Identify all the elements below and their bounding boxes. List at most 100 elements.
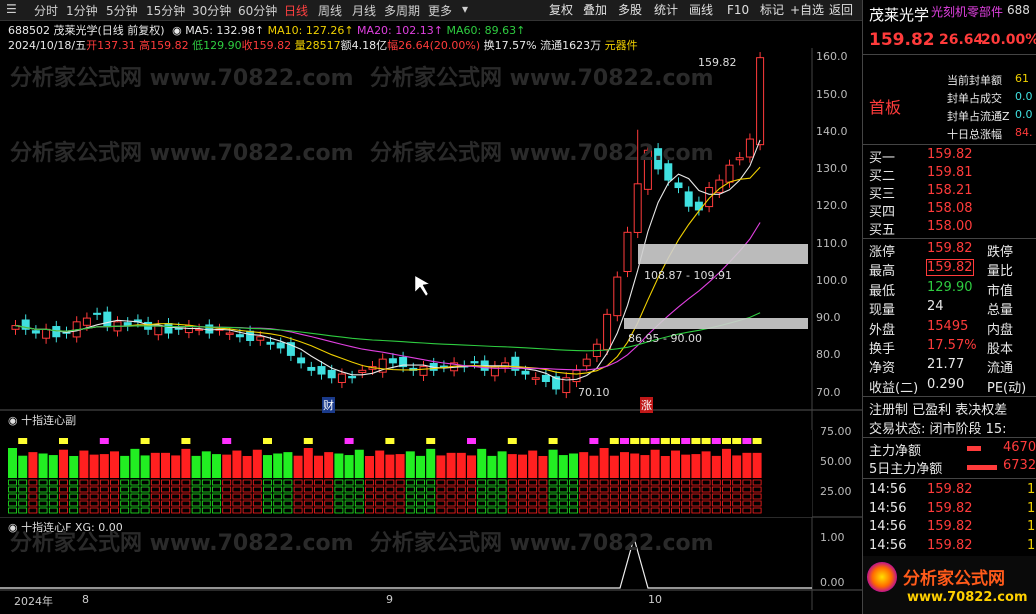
stat-value-0: 61 xyxy=(1015,72,1029,85)
sub-grid-cell xyxy=(120,500,130,507)
tab-weekly[interactable]: 周线 xyxy=(318,2,342,19)
sub-grid-cell xyxy=(691,507,701,514)
chevron-down-icon[interactable]: ▾ xyxy=(462,2,468,16)
sub-grid-cell xyxy=(548,479,558,486)
sub-grid-cell xyxy=(405,507,415,514)
sub-grid-cell xyxy=(405,493,415,500)
btn-mark[interactable]: 标记 xyxy=(760,0,784,20)
sub-grid-cell xyxy=(283,486,293,493)
sub-grid-cell xyxy=(48,479,58,486)
sub-grid-cell xyxy=(140,486,150,493)
tick-price: 159.82 xyxy=(927,482,973,497)
sub-bar xyxy=(405,451,415,478)
stat-value-2: 0.0 xyxy=(1015,108,1033,121)
tab-5min[interactable]: 5分钟 xyxy=(106,2,138,19)
quote-label: 换手 xyxy=(869,342,896,357)
sub-bar xyxy=(416,455,425,478)
sub-grid-cell xyxy=(671,493,680,500)
sub-grid-cell xyxy=(365,507,374,514)
sub-grid-cell xyxy=(620,507,629,514)
bar-open: 开137.31 xyxy=(86,39,136,52)
tab-daily[interactable]: 日线 xyxy=(284,2,308,19)
sub-grid-cell xyxy=(426,507,436,514)
sub-grid-cell xyxy=(222,493,232,500)
candle-body xyxy=(21,319,30,330)
btn-add-watchlist[interactable]: +自选 xyxy=(790,0,824,20)
y-label-130: 130.0 xyxy=(816,162,848,175)
bar-float: 流通1623万 xyxy=(540,39,602,52)
sub-grid-cell xyxy=(344,479,354,486)
sub-grid-cell xyxy=(18,500,28,507)
sub-grid-cell xyxy=(711,493,721,500)
btn-overlay[interactable]: 叠加 xyxy=(583,0,607,20)
sub-grid-cell xyxy=(681,507,691,514)
tab-1min[interactable]: 1分钟 xyxy=(66,2,98,19)
tab-monthly[interactable]: 月线 xyxy=(352,2,376,19)
menu-icon[interactable]: ☰ xyxy=(6,2,17,16)
tab-15min[interactable]: 15分钟 xyxy=(146,2,185,19)
sub-grid-cell xyxy=(395,507,405,514)
btn-draw[interactable]: 画线 xyxy=(689,0,713,20)
sub-grid-cell xyxy=(630,500,640,507)
sub-bar xyxy=(640,455,650,478)
btn-fuquan[interactable]: 复权 xyxy=(549,0,573,20)
sub-grid-cell xyxy=(242,493,252,500)
sub-grid-cell xyxy=(701,486,711,493)
candle-body xyxy=(490,366,499,377)
quote-label-right: 内盘 xyxy=(987,322,1014,338)
sub-grid-cell xyxy=(334,500,344,507)
sub-grid-cell xyxy=(681,500,691,507)
sub-grid-cell xyxy=(201,486,211,493)
sub-grid-cell xyxy=(671,507,680,514)
sub-grid-cell xyxy=(150,486,160,493)
sub-bar xyxy=(558,455,568,478)
sub-grid-cell xyxy=(456,486,466,493)
sub-grid-cell xyxy=(59,507,68,514)
sub-grid-cell xyxy=(436,486,446,493)
sub-grid-cell xyxy=(395,486,405,493)
sub-grid-cell xyxy=(324,479,334,486)
sub-grid-cell xyxy=(48,486,58,493)
tab-multi-period[interactable]: 多周期 xyxy=(384,2,420,19)
tab-60min[interactable]: 60分钟 xyxy=(238,2,277,19)
sub-grid-cell xyxy=(18,507,28,514)
btn-back[interactable]: 返回 xyxy=(829,0,853,20)
sub-grid-cell xyxy=(548,486,558,493)
sub-grid-cell xyxy=(201,479,211,486)
logo-url: www.70822.com xyxy=(907,590,1028,605)
sub-grid-cell xyxy=(252,479,262,486)
event-marker-cai[interactable]: 财 xyxy=(322,397,335,413)
candle-body xyxy=(694,201,703,211)
sub-grid-cell xyxy=(732,493,742,500)
candle-body xyxy=(409,367,418,371)
price-pct: 20.00% xyxy=(981,32,1036,48)
sub-grid-cell xyxy=(59,493,68,500)
candle-body xyxy=(327,369,336,379)
event-marker-zhang[interactable]: 涨 xyxy=(640,397,653,413)
sub-grid-cell xyxy=(711,507,721,514)
btn-multi-stock[interactable]: 多股 xyxy=(618,0,642,20)
ma-settings-icon[interactable]: ◉ xyxy=(172,24,182,37)
sub-bar xyxy=(38,453,48,478)
sub-grid-cell xyxy=(222,486,232,493)
sub-grid-cell xyxy=(405,486,415,493)
sub-grid-cell xyxy=(732,479,742,486)
sub-grid-cell xyxy=(99,493,109,500)
tick-price: 159.82 xyxy=(927,519,973,534)
sub-grid-cell xyxy=(38,479,48,486)
kline-chart[interactable] xyxy=(0,0,862,614)
quote-value: 24 xyxy=(927,299,944,315)
btn-f10[interactable]: F10 xyxy=(727,0,749,20)
sub-bar xyxy=(436,455,446,478)
tab-30min[interactable]: 30分钟 xyxy=(192,2,231,19)
ma5-value: MA5: 132.98↑ xyxy=(185,24,265,37)
sub-grid-cell xyxy=(293,486,303,493)
candle-body xyxy=(521,370,530,375)
sub-grid-cell xyxy=(28,486,38,493)
tab-fenshi[interactable]: 分时 xyxy=(34,2,58,19)
ma10-value: MA10: 127.26↑ xyxy=(267,24,354,37)
tab-more[interactable]: 更多 xyxy=(428,2,452,19)
btn-stats[interactable]: 统计 xyxy=(654,0,678,20)
bid-price: 158.00 xyxy=(927,219,973,234)
sub-grid-cell xyxy=(497,493,507,500)
